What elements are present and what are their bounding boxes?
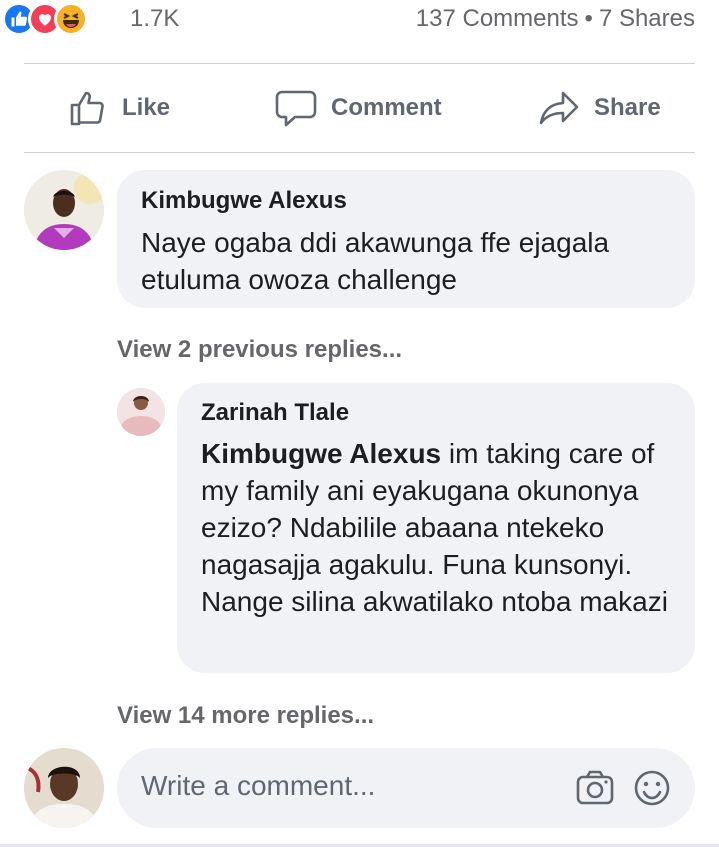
- shares-count[interactable]: 7 Shares: [599, 5, 695, 32]
- mention-link[interactable]: Kimbugwe Alexus: [201, 438, 441, 469]
- share-label: Share: [594, 94, 661, 121]
- action-bar: Like Comment Share: [0, 64, 719, 152]
- comment-button[interactable]: Comment: [275, 88, 442, 128]
- composer-icons: [575, 769, 671, 807]
- speech-bubble-icon: [275, 90, 317, 127]
- comment-input[interactable]: Write a comment...: [141, 770, 375, 802]
- person-photo-icon: [117, 388, 165, 436]
- comment-composer[interactable]: Write a comment...: [117, 748, 695, 828]
- divider: [24, 152, 695, 153]
- person-photo-icon: [24, 748, 104, 828]
- reaction-icons[interactable]: [2, 2, 88, 36]
- engagement-counts: 137 Comments • 7 Shares: [416, 5, 695, 33]
- avatar: [24, 748, 104, 828]
- comment-author[interactable]: Kimbugwe Alexus: [141, 187, 347, 215]
- separator-dot: •: [584, 5, 593, 32]
- view-more-replies-link[interactable]: View 14 more replies...: [117, 702, 374, 730]
- comment-bubble[interactable]: Kimbugwe Alexus Naye ogaba ddi akawunga …: [117, 170, 695, 308]
- camera-icon[interactable]: [575, 769, 615, 807]
- emoji-icon[interactable]: [633, 769, 671, 807]
- reply-author[interactable]: Zarinah Tlale: [201, 399, 349, 427]
- person-photo-icon: [24, 170, 104, 250]
- share-arrow-icon: [539, 91, 579, 125]
- view-previous-replies-link[interactable]: View 2 previous replies...: [117, 336, 402, 364]
- comment-text: Naye ogaba ddi akawunga ffe ejagala etul…: [141, 227, 610, 295]
- share-button[interactable]: Share: [538, 88, 661, 128]
- like-label: Like: [122, 94, 171, 121]
- reply-text: Kimbugwe Alexus im taking care of my fam…: [201, 435, 681, 620]
- reactions-bar: 1.7K 137 Comments • 7 Shares: [0, 0, 719, 40]
- comments-count[interactable]: 137 Comments: [416, 5, 579, 32]
- reaction-count[interactable]: 1.7K: [130, 5, 179, 33]
- avatar[interactable]: [117, 388, 165, 436]
- comment-label: Comment: [331, 94, 442, 121]
- reply-bubble[interactable]: Zarinah Tlale Kimbugwe Alexus im taking …: [177, 383, 695, 673]
- haha-icon: [54, 2, 88, 36]
- like-button[interactable]: Like: [68, 88, 170, 128]
- thumbs-up-icon: [70, 91, 104, 126]
- avatar[interactable]: [24, 170, 104, 250]
